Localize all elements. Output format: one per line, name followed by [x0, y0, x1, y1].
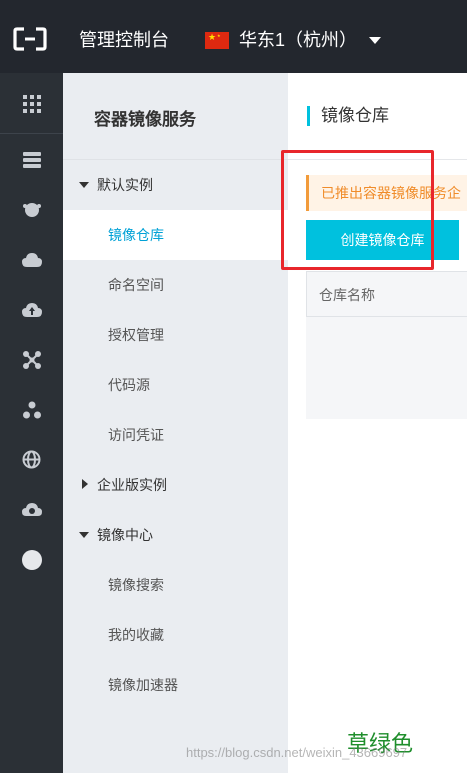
region-selector[interactable]: ★ ★ 华东1（杭州）	[205, 28, 382, 52]
cluster-icon[interactable]	[21, 399, 42, 420]
nav-item-favorites[interactable]: 我的收藏	[63, 610, 288, 660]
title-accent-bar	[307, 106, 310, 126]
nav-item-label: 代码源	[108, 377, 150, 393]
service-sidebar: 容器镜像服务 默认实例 镜像仓库 命名空间 授权管理 代码源 访问凭证 企业版实…	[63, 73, 288, 773]
header-separator	[288, 159, 467, 160]
nav-item-label: 访问凭证	[108, 427, 164, 443]
product-icon-rail	[0, 73, 63, 773]
nav-group-label: 企业版实例	[97, 477, 167, 493]
aliyun-logo-icon[interactable]	[13, 27, 47, 51]
cloud-gear-icon[interactable]	[21, 499, 42, 520]
top-bar: 管理控制台 ★ ★ 华东1（杭州）	[0, 0, 467, 73]
nav-item-label: 授权管理	[108, 327, 164, 343]
region-label: 华东1（杭州）	[239, 30, 358, 50]
grid-icon[interactable]	[21, 93, 42, 114]
cloud-download-icon[interactable]	[21, 249, 42, 270]
nav-group-default-instance[interactable]: 默认实例	[63, 160, 288, 210]
caret-down-icon	[79, 532, 89, 538]
china-flag-icon: ★ ★	[205, 31, 229, 49]
nav-group-label: 镜像中心	[97, 527, 153, 543]
notice-banner: 已推出容器镜像服务企	[306, 175, 467, 211]
nav-group-image-center[interactable]: 镜像中心	[63, 510, 288, 560]
nav-item-access-credential[interactable]: 访问凭证	[63, 410, 288, 460]
service-title: 容器镜像服务	[94, 110, 196, 129]
chevron-down-icon	[369, 36, 382, 44]
repo-table: 仓库名称	[306, 271, 467, 419]
nav-item-label: 命名空间	[108, 277, 164, 293]
caret-right-icon	[82, 479, 88, 489]
nav-group-enterprise-instance[interactable]: 企业版实例	[63, 460, 288, 510]
caret-down-icon	[79, 182, 89, 188]
watermark: https://blog.csdn.net/weixin_43669697	[186, 745, 408, 760]
column-header-repo-name[interactable]: 仓库名称	[306, 271, 467, 317]
create-repo-button[interactable]: 创建镜像仓库	[306, 220, 459, 260]
nav-item-auth[interactable]: 授权管理	[63, 310, 288, 360]
console-link[interactable]: 管理控制台	[79, 28, 169, 52]
nav-item-accelerator[interactable]: 镜像加速器	[63, 660, 288, 710]
nav-item-image-search[interactable]: 镜像搜索	[63, 560, 288, 610]
nav-item-label: 我的收藏	[108, 627, 164, 643]
nav-item-label: 镜像搜索	[108, 577, 164, 593]
nav-item-label: 镜像加速器	[108, 677, 178, 693]
nav-item-label: 镜像仓库	[108, 227, 164, 243]
nav-item-code-source[interactable]: 代码源	[63, 360, 288, 410]
nav-group-label: 默认实例	[97, 177, 153, 193]
nav-item-namespaces[interactable]: 命名空间	[63, 260, 288, 310]
network-icon[interactable]	[21, 349, 42, 370]
nav-item-repos[interactable]: 镜像仓库	[63, 210, 288, 260]
page-title: 镜像仓库	[321, 106, 389, 125]
circle-icon[interactable]	[21, 549, 42, 570]
globe-icon[interactable]	[21, 449, 42, 470]
cow-icon[interactable]	[21, 199, 42, 220]
cloud-upload-icon[interactable]	[21, 299, 42, 320]
server-icon[interactable]	[21, 149, 42, 170]
main-content: 镜像仓库 已推出容器镜像服务企 创建镜像仓库 仓库名称	[288, 73, 467, 773]
